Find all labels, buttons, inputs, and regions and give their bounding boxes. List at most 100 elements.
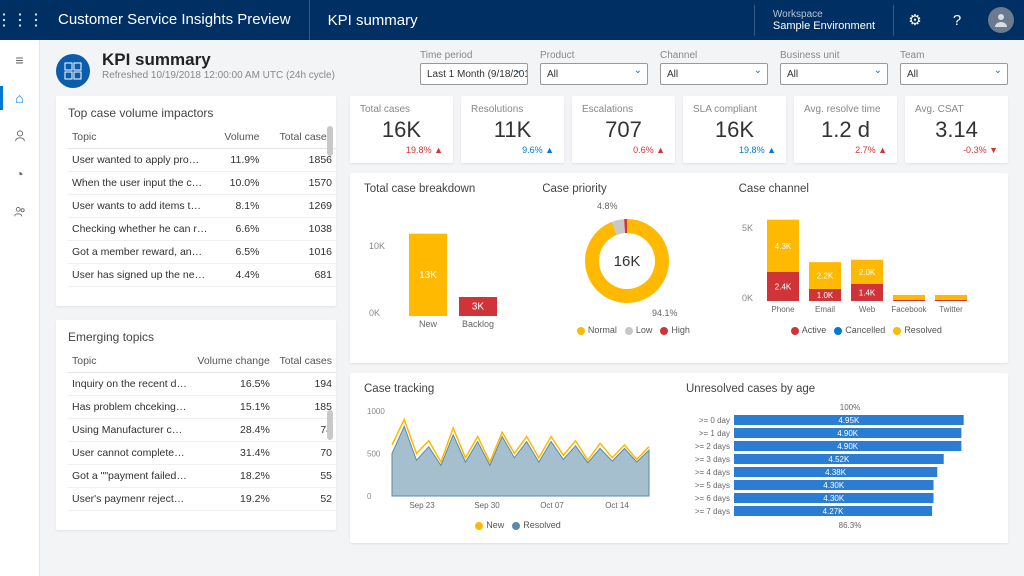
page-title: KPI summary — [102, 50, 335, 70]
app-title: Customer Service Insights Preview — [40, 0, 310, 40]
svg-text:500: 500 — [367, 450, 381, 459]
table-row[interactable]: User has signed up the ne…4.4%681 — [68, 264, 336, 287]
scrollbar[interactable] — [327, 410, 333, 440]
kpi-resolutions[interactable]: Resolutions11K9.6% ▲ — [461, 96, 564, 163]
workspace-picker[interactable]: Workspace Sample Environment — [754, 5, 894, 36]
avatar[interactable] — [988, 7, 1014, 33]
workspace-label: Workspace — [773, 9, 875, 20]
table-row[interactable]: User wanted to apply pro…11.9%1856 — [68, 149, 336, 172]
main-content: KPI summary Refreshed 10/19/2018 12:00:0… — [40, 40, 1024, 576]
product-filter[interactable]: All — [540, 63, 648, 85]
kpi-icon — [56, 54, 90, 88]
unresolved-title: Unresolved cases by age — [686, 383, 994, 395]
kpi-total-cases[interactable]: Total cases16K19.8% ▲ — [350, 96, 453, 163]
waffle-icon[interactable]: ⋮⋮⋮ — [0, 0, 40, 40]
emerging-table: TopicVolume changeTotal cases Inquiry on… — [68, 350, 336, 511]
kpi-escalations[interactable]: Escalations7070.6% ▲ — [572, 96, 675, 163]
svg-text:4.52K: 4.52K — [828, 455, 850, 464]
svg-text:Phone: Phone — [771, 305, 795, 314]
table-row[interactable]: User cannot complete a p…31.4%70 — [68, 442, 336, 465]
svg-text:>= 6 days: >= 6 days — [695, 494, 730, 503]
page-crumb[interactable]: KPI summary — [310, 12, 436, 29]
svg-text:>= 3 days: >= 3 days — [695, 455, 730, 464]
time-filter[interactable]: Last 1 Month (9/18/2018-1… — [420, 63, 528, 85]
svg-text:Sep 30: Sep 30 — [474, 501, 500, 510]
settings-icon[interactable]: ⚙ — [894, 0, 936, 40]
svg-text:Email: Email — [815, 305, 835, 314]
channel-chart[interactable]: 5K0K2.4K4.3KPhone1.0K2.2KEmail1.4K2.0KWe… — [739, 201, 979, 321]
person-icon[interactable] — [8, 124, 32, 148]
emerging-title: Emerging topics — [68, 330, 336, 344]
kpi-sla[interactable]: SLA compliant16K19.8% ▲ — [683, 96, 786, 163]
svg-text:Twitter: Twitter — [939, 305, 963, 314]
tracking-chart[interactable]: 05001000Sep 23Sep 30Oct 07Oct 14 — [364, 401, 654, 516]
table-row[interactable]: Inquiry on the recent deal…16.5%194 — [68, 373, 336, 396]
svg-text:4.30K: 4.30K — [823, 494, 845, 503]
svg-text:4.27K: 4.27K — [823, 507, 845, 516]
svg-text:Oct 14: Oct 14 — [605, 501, 629, 510]
svg-text:4.90K: 4.90K — [837, 442, 859, 451]
svg-text:New: New — [419, 319, 438, 329]
table-row[interactable]: When the user input the c…10.0%1570 — [68, 172, 336, 195]
breakdown-title: Total case breakdown — [364, 183, 528, 195]
svg-text:0K: 0K — [369, 308, 380, 318]
people-icon[interactable] — [8, 200, 32, 224]
svg-text:1000: 1000 — [367, 407, 385, 416]
team-filter[interactable]: All — [900, 63, 1008, 85]
scrollbar[interactable] — [327, 126, 333, 156]
channel-legend: Active Cancelled Resolved — [739, 325, 994, 335]
channel-filter[interactable]: All — [660, 63, 768, 85]
svg-text:4.3K: 4.3K — [774, 242, 791, 251]
channel-title: Case channel — [739, 183, 994, 195]
emerging-card: Emerging topics TopicVolume changeTotal … — [56, 320, 336, 530]
unresolved-chart[interactable]: 100%>= 0 day4.95K>= 1 day4.90K>= 2 days4… — [686, 401, 976, 531]
table-row[interactable]: Using Manufacturer coup…28.4%74 — [68, 419, 336, 442]
dashboard-icon[interactable]: ◔ — [8, 162, 32, 186]
svg-text:4.38K: 4.38K — [825, 468, 847, 477]
table-row[interactable]: User's paymenr rejected d…19.2%52 — [68, 488, 336, 511]
tracking-legend: New Resolved — [364, 520, 672, 530]
svg-text:4.8%: 4.8% — [597, 201, 618, 211]
svg-text:>= 4 days: >= 4 days — [695, 468, 730, 477]
tracking-title: Case tracking — [364, 383, 672, 395]
menu-icon[interactable]: ≡ — [8, 48, 32, 72]
top-bar: ⋮⋮⋮ Customer Service Insights Preview KP… — [0, 0, 1024, 40]
priority-legend: Normal Low High — [542, 325, 724, 335]
svg-text:16K: 16K — [614, 253, 641, 270]
bu-filter[interactable]: All — [780, 63, 888, 85]
svg-text:1.4K: 1.4K — [858, 289, 875, 298]
svg-text:2.4K: 2.4K — [774, 282, 791, 291]
svg-text:3K: 3K — [472, 302, 485, 313]
table-row[interactable]: Checking whether he can r…6.6%1038 — [68, 218, 336, 241]
priority-chart[interactable]: 16K 4.8% 94.1% — [542, 201, 712, 321]
svg-text:10K: 10K — [369, 241, 385, 251]
svg-text:2.2K: 2.2K — [816, 272, 833, 281]
svg-text:>= 1 day: >= 1 day — [699, 429, 730, 438]
table-row[interactable]: User wants to add items t…8.1%1269 — [68, 195, 336, 218]
table-row[interactable]: Got a ""payment failed"" …18.2%55 — [68, 465, 336, 488]
svg-text:4.95K: 4.95K — [838, 416, 860, 425]
table-row[interactable]: Has problem chceking exp…15.1%185 — [68, 396, 336, 419]
kpi-csat[interactable]: Avg. CSAT3.14-0.3% ▼ — [905, 96, 1008, 163]
help-icon[interactable]: ? — [936, 0, 978, 40]
chart-row-1: Total case breakdown 10K0K13KNew3KBacklo… — [350, 173, 1008, 363]
kpi-resolve-time[interactable]: Avg. resolve time1.2 d2.7% ▲ — [794, 96, 897, 163]
svg-text:Oct 07: Oct 07 — [540, 501, 564, 510]
breakdown-chart[interactable]: 10K0K13KNew3KBacklog — [364, 201, 514, 331]
svg-text:86.3%: 86.3% — [839, 521, 862, 530]
left-nav: ≡ ⌂ ◔ — [0, 40, 40, 576]
svg-text:5K: 5K — [742, 223, 753, 233]
priority-title: Case priority — [542, 183, 724, 195]
home-icon[interactable]: ⌂ — [8, 86, 32, 110]
workspace-name: Sample Environment — [773, 20, 875, 32]
chart-row-2: Case tracking 05001000Sep 23Sep 30Oct 07… — [350, 373, 1008, 543]
svg-text:2.0K: 2.0K — [858, 268, 875, 277]
svg-text:Facebook: Facebook — [891, 305, 927, 314]
svg-text:4.90K: 4.90K — [837, 429, 859, 438]
table-row[interactable]: Got a member reward, an…6.5%1016 — [68, 241, 336, 264]
impactors-table: TopicVolumeTotal cases User wanted to ap… — [68, 126, 336, 287]
impactors-card: Top case volume impactors TopicVolumeTot… — [56, 96, 336, 306]
svg-text:0: 0 — [367, 492, 372, 501]
svg-text:4.30K: 4.30K — [823, 481, 845, 490]
svg-text:94.1%: 94.1% — [652, 308, 678, 318]
